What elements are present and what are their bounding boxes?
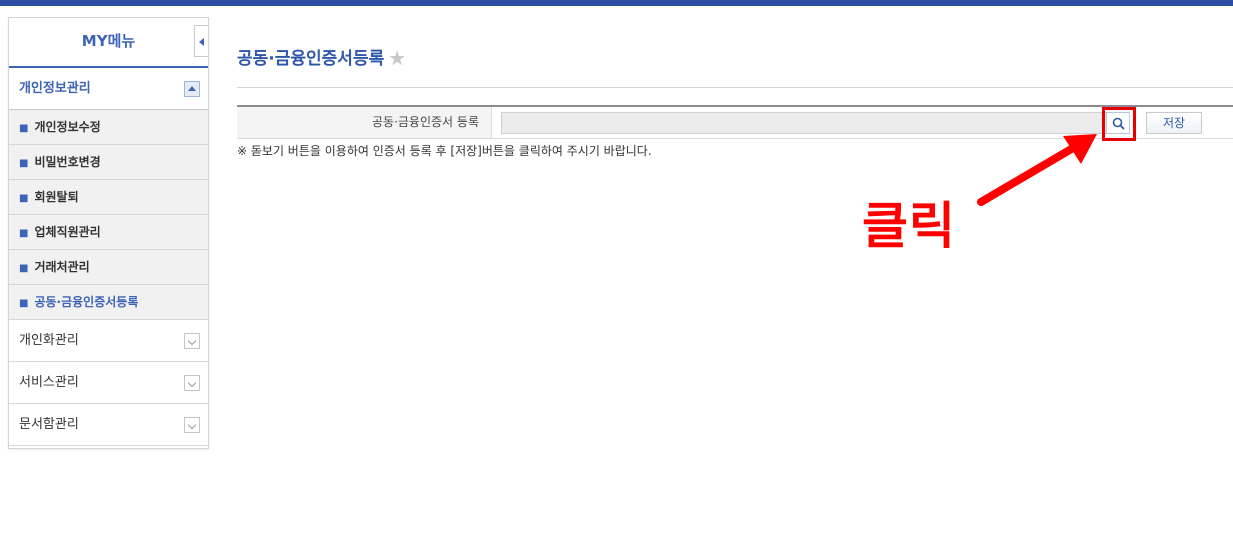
sidebar-item-label: 거래처관리 <box>34 260 90 274</box>
search-button[interactable] <box>1106 112 1130 134</box>
bullet-icon: ■ <box>19 193 29 204</box>
sidebar: MY메뉴 개인정보관리 ■ 개인정보수정 ■ 비밀번호변경 ■ 회원탈퇴 ■ 업체직원관… <box>8 17 209 449</box>
arrow-icon <box>977 134 1097 206</box>
sidebar-title: MY메뉴 <box>81 32 136 50</box>
sidebar-group-personal-info[interactable]: 개인정보관리 <box>9 68 208 110</box>
click-annotation: 클릭 <box>862 197 956 255</box>
sidebar-group-label: 서비스관리 <box>19 375 79 390</box>
sidebar-item-label: 업체직원관리 <box>34 225 101 239</box>
star-icon[interactable]: ★ <box>388 46 406 70</box>
chevron-down-icon[interactable] <box>184 333 200 349</box>
chevron-down-icon[interactable] <box>184 375 200 391</box>
bullet-icon: ■ <box>19 263 29 274</box>
search-icon <box>1112 117 1125 130</box>
sidebar-submenu: ■ 개인정보수정 ■ 비밀번호변경 ■ 회원탈퇴 ■ 업체직원관리 ■ 거래처관리 ■ 공동… <box>9 110 208 320</box>
sidebar-group-label: 문서함관리 <box>19 417 79 432</box>
bullet-icon: ■ <box>19 158 29 169</box>
sidebar-group-personalization[interactable]: 개인화관리 <box>9 320 208 362</box>
certificate-field-label: 공동·금융인증서 등록 <box>237 107 492 138</box>
bullet-icon: ■ <box>19 228 29 239</box>
bullet-icon: ■ <box>19 123 29 134</box>
sidebar-group-service[interactable]: 서비스관리 <box>9 362 208 404</box>
divider <box>237 87 1233 88</box>
sidebar-item-label: 개인정보수정 <box>34 120 101 134</box>
sidebar-group-label: 개인화관리 <box>19 333 79 348</box>
sidebar-item-label: 회원탈퇴 <box>34 190 79 204</box>
sidebar-item-client-management[interactable]: ■ 거래처관리 <box>9 250 208 285</box>
sidebar-item-withdraw[interactable]: ■ 회원탈퇴 <box>9 180 208 215</box>
sidebar-group-label: 개인정보관리 <box>19 81 91 96</box>
sidebar-item-edit-profile[interactable]: ■ 개인정보수정 <box>9 110 208 145</box>
sidebar-group-documents[interactable]: 문서함관리 <box>9 404 208 446</box>
instruction-text: ※ 돋보기 버튼을 이용하여 인증서 등록 후 [저장]버튼을 클릭하여 주시기… <box>237 144 652 158</box>
sidebar-item-certificate-registration[interactable]: ■ 공동·금융인증서등록 <box>9 285 208 320</box>
top-bar <box>0 0 1233 6</box>
sidebar-item-label: 비밀번호변경 <box>34 155 101 169</box>
sidebar-item-change-password[interactable]: ■ 비밀번호변경 <box>9 145 208 180</box>
bullet-icon: ■ <box>19 298 29 309</box>
collapse-up-icon[interactable] <box>184 81 200 97</box>
page-title-text: 공동·금융인증서등록 <box>237 49 385 69</box>
page-title: 공동·금융인증서등록 ★ <box>237 44 406 70</box>
sidebar-item-label: 공동·금융인증서등록 <box>34 295 139 309</box>
save-button[interactable]: 저장 <box>1146 112 1202 134</box>
sidebar-header: MY메뉴 <box>9 18 208 68</box>
sidebar-collapse-button[interactable] <box>194 25 208 57</box>
sidebar-item-staff-management[interactable]: ■ 업체직원관리 <box>9 215 208 250</box>
chevron-down-icon[interactable] <box>184 417 200 433</box>
